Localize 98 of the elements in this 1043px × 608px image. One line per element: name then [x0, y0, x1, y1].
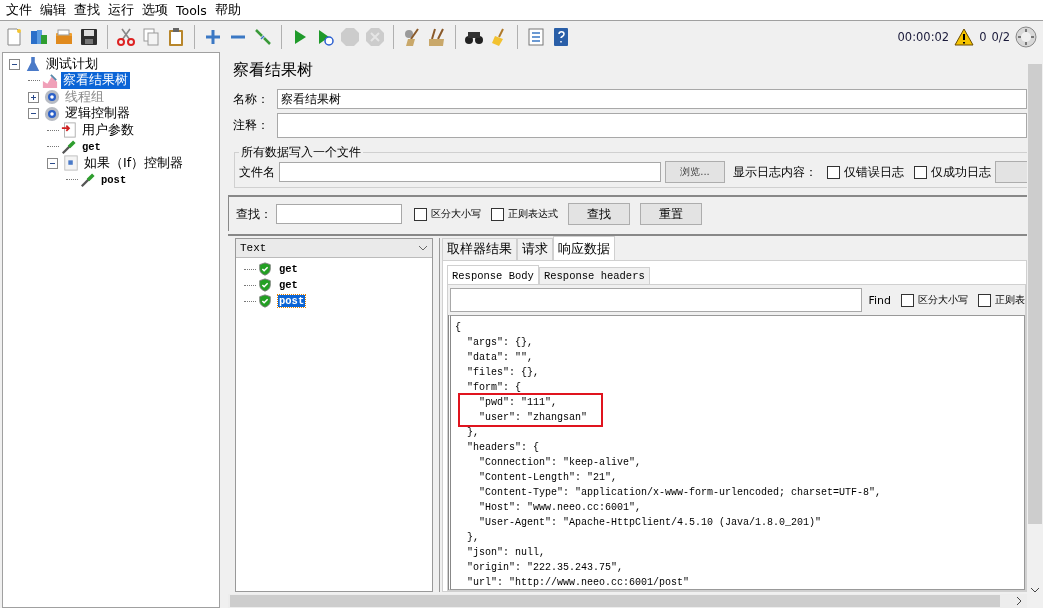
- tree-item[interactable]: 用户参数: [80, 121, 136, 139]
- result-item[interactable]: get: [278, 279, 299, 291]
- shield-check-icon: [258, 294, 272, 308]
- tree-item[interactable]: 测试计划: [44, 55, 100, 73]
- name-field[interactable]: 察看结果树: [277, 89, 1027, 109]
- code-line: "origin": "222.35.243.75",: [466, 562, 624, 573]
- tab[interactable]: 响应数据: [553, 236, 615, 260]
- code-line: "User-Agent": "Apache-HttpClient/4.5.10 (Java/1.8.0_201)": [478, 517, 822, 528]
- elapsed-time: 00:00:02: [897, 29, 950, 44]
- renderer-dropdown[interactable]: Text: [236, 239, 432, 258]
- code-line: "Connection": "keep-alive",: [478, 457, 642, 468]
- code-line: },: [466, 427, 479, 438]
- collapse-icon[interactable]: [28, 108, 39, 120]
- scroll-right-icon[interactable]: [1015, 596, 1023, 606]
- scissors-icon[interactable]: [116, 26, 136, 47]
- tree-item[interactable]: get: [80, 140, 103, 153]
- clipboard-icon[interactable]: [166, 26, 186, 47]
- remote-status-icon: [1015, 25, 1037, 48]
- browse-button[interactable]: 浏览...: [665, 161, 725, 183]
- scroll-down-icon[interactable]: [1030, 586, 1040, 594]
- checkbox-label: 仅错误日志: [844, 163, 904, 181]
- log-content-label: 显示日志内容：: [733, 163, 817, 181]
- checkbox-label: 正则表: [995, 293, 1025, 307]
- menu-item[interactable]: 选项: [138, 1, 172, 19]
- shield-check-icon: [258, 278, 272, 292]
- code-line: "headers": {: [466, 442, 539, 453]
- menu-item[interactable]: 编辑: [36, 1, 70, 19]
- checkbox[interactable]: [901, 293, 914, 307]
- pipette-icon: [61, 138, 77, 155]
- checkbox-label: 区分大小写: [431, 207, 481, 221]
- code-line: "json": null,: [466, 547, 545, 558]
- file-name-field[interactable]: [279, 162, 661, 182]
- code-line: "data": "",: [466, 352, 533, 363]
- code-line: "pwd": "111",: [478, 397, 558, 408]
- find-field[interactable]: [450, 288, 863, 312]
- tree-item[interactable]: 察看结果树: [61, 72, 130, 90]
- panel-title: 察看结果树: [232, 59, 314, 81]
- search-label: 查找：: [236, 205, 272, 223]
- result-item[interactable]: post: [278, 295, 306, 307]
- warning-count: 0: [979, 29, 987, 44]
- collapse-icon[interactable]: [9, 58, 20, 70]
- help-book-icon[interactable]: [551, 26, 571, 47]
- broom-icon[interactable]: [427, 26, 447, 47]
- tab[interactable]: Response headers: [538, 267, 650, 284]
- checkbox[interactable]: [414, 207, 427, 221]
- comment-field[interactable]: [277, 113, 1027, 138]
- pipette-icon: [80, 171, 96, 188]
- menu-item[interactable]: 文件: [2, 1, 36, 19]
- collapse-icon[interactable]: [47, 157, 58, 169]
- checkbox[interactable]: [914, 165, 927, 179]
- warning-icon[interactable]: [954, 27, 975, 46]
- code-line: "user": "zhangsan": [478, 412, 588, 423]
- tree-item[interactable]: 逻辑控制器: [63, 105, 132, 123]
- find-label: Find: [868, 293, 891, 307]
- flask-icon: [25, 56, 41, 73]
- checkbox-label: 仅成功日志: [931, 163, 991, 181]
- comment-label: 注释：: [233, 117, 270, 134]
- code-line: "form": {: [466, 382, 521, 393]
- search-panel-button[interactable]: 查找: [568, 203, 630, 225]
- menu-item[interactable]: 运行: [104, 1, 138, 19]
- menu-item[interactable]: 查找: [70, 1, 104, 19]
- menu-item[interactable]: Tools: [172, 2, 211, 18]
- page-icon: [63, 155, 79, 172]
- tab[interactable]: 取样器结果: [442, 238, 517, 260]
- pipette-icon[interactable]: [253, 26, 273, 47]
- checkbox-label: 区分大小写: [918, 293, 968, 307]
- gear-icon: [44, 89, 60, 106]
- checkbox[interactable]: [978, 293, 991, 307]
- code-line: "Host": "www.neeo.cc:6001",: [478, 502, 642, 513]
- name-label: 名称：: [233, 90, 270, 108]
- group-title: 所有数据写入一个文件: [240, 144, 362, 161]
- tree-item[interactable]: post: [99, 173, 129, 186]
- code-line: "Content-Length": "21",: [478, 472, 618, 483]
- search-field[interactable]: [276, 204, 402, 224]
- chart-icon: [42, 72, 58, 89]
- result-item[interactable]: get: [278, 263, 299, 275]
- menu-item[interactable]: 帮助: [210, 1, 245, 19]
- shield-check-icon: [258, 262, 272, 276]
- tab[interactable]: Response Body: [447, 265, 539, 284]
- file-name-label: 文件名: [239, 163, 275, 181]
- broom-icon[interactable]: [402, 26, 422, 47]
- checkbox[interactable]: [491, 207, 504, 221]
- list-icon[interactable]: [526, 26, 546, 47]
- code-line: "files": {},: [466, 367, 539, 378]
- code-line: {: [455, 322, 461, 333]
- code-line: "args": {},: [466, 337, 533, 348]
- thread-count: 0/2: [991, 29, 1010, 44]
- checkbox-label: 正则表达式: [508, 207, 558, 221]
- tree-item[interactable]: 如果（If）控制器: [82, 154, 186, 172]
- chevron-down-icon[interactable]: [418, 245, 428, 251]
- code-line: "Content-Type": "application/x-www-form-urlencoded; charset=UTF-8",: [478, 487, 882, 498]
- checkbox[interactable]: [827, 165, 840, 179]
- gear-icon: [44, 105, 60, 122]
- code-line: },: [466, 532, 479, 543]
- code-line: "url": "http://www.neeo.cc:6001/post": [466, 577, 690, 588]
- folder-icon[interactable]: [54, 26, 74, 47]
- search-panel-button[interactable]: 重置: [640, 203, 702, 225]
- tab[interactable]: 请求: [517, 238, 553, 260]
